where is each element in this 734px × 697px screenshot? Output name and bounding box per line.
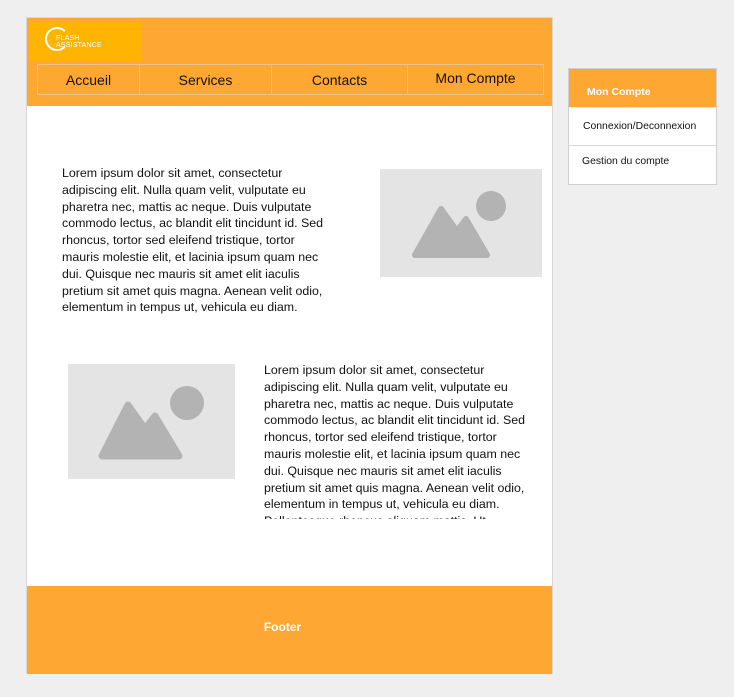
content-paragraph-1: Lorem ipsum dolor sit amet, consectetur … (62, 166, 324, 315)
menu-item-gestion-compte[interactable]: Gestion du compte (582, 156, 710, 167)
account-panel-title: Mon Compte (587, 86, 651, 98)
menu-divider (569, 145, 716, 146)
page-frame: FLASH ASSISTANCE Accueil Services Contac… (26, 17, 553, 674)
logo-text-line1: FLASH (56, 35, 80, 42)
nav-accueil-label: Accueil (65, 72, 112, 88)
nav-mon-compte[interactable]: Mon Compte (407, 64, 544, 95)
nav-contacts[interactable]: Contacts (271, 64, 408, 95)
account-panel-header: Mon Compte (569, 69, 716, 108)
logo[interactable]: FLASH ASSISTANCE (29, 21, 142, 61)
main-nav: Accueil Services Contacts Mon Compte (37, 64, 544, 95)
menu-item-connexion[interactable]: Connexion/Deconnexion (583, 121, 704, 132)
nav-services-label: Services (178, 72, 233, 88)
header: FLASH ASSISTANCE Accueil Services Contac… (27, 18, 552, 106)
image-placeholder-icon (98, 386, 204, 460)
nav-services[interactable]: Services (139, 64, 272, 95)
footer: Footer (27, 586, 552, 674)
image-placeholder-icon (412, 191, 506, 258)
image-placeholder-2 (68, 364, 235, 479)
account-dropdown-panel: Mon Compte Connexion/Deconnexion Gestion… (568, 68, 717, 185)
image-placeholder-1 (380, 169, 542, 277)
nav-mon-compte-label: Mon Compte (435, 70, 516, 86)
logo-text-line2: ASSISTANCE (56, 42, 102, 49)
footer-label: Footer (263, 620, 302, 634)
content-paragraph-2: Lorem ipsum dolor sit amet, consectetur … (264, 363, 526, 519)
nav-accueil[interactable]: Accueil (37, 64, 140, 95)
nav-contacts-label: Contacts (311, 72, 368, 88)
